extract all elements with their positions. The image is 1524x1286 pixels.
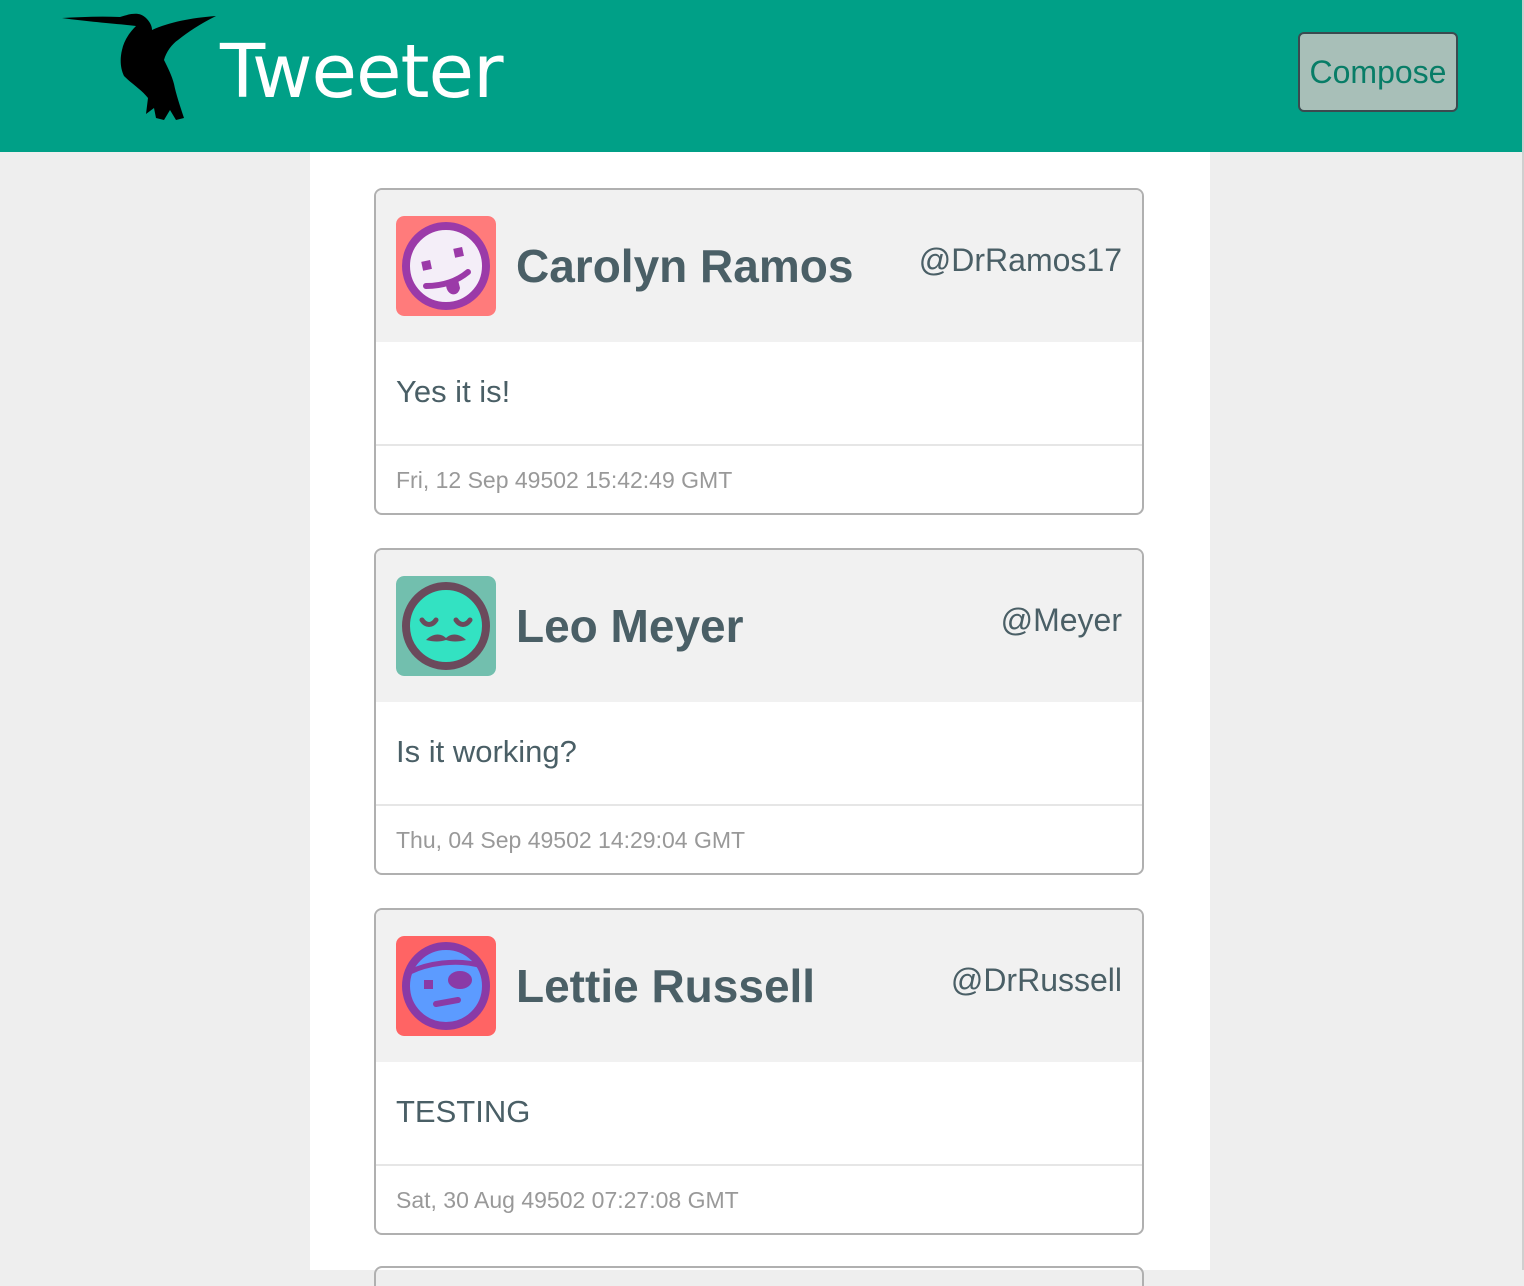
author-handle: @Meyer	[1000, 602, 1122, 638]
navbar: Tweeter Compose	[0, 0, 1522, 152]
author-name: Carolyn Ramos	[516, 240, 854, 292]
author-name: Lettie Russell	[516, 960, 816, 1012]
tweet-text: Is it working?	[396, 734, 577, 769]
tweet-header: Leo Meyer @Meyer	[376, 550, 1142, 702]
tweet-card: Carolyn Ramos @DrRamos17 Yes it is! Fri,…	[374, 188, 1144, 515]
tweet-card: Leo Meyer @Meyer Is it working? Thu, 04 …	[374, 548, 1144, 875]
divider	[376, 1164, 1142, 1166]
tweet-timestamp: Sat, 30 Aug 49502 07:27:08 GMT	[396, 1187, 739, 1213]
divider	[376, 804, 1142, 806]
tongue-out-face-avatar-icon	[396, 216, 496, 316]
mustache-face-avatar-icon	[396, 576, 496, 676]
tweet-text: TESTING	[396, 1094, 531, 1129]
hummingbird-icon	[62, 13, 216, 120]
tweet-card: Lettie Russell @DrRussell TESTING Sat, 3…	[374, 908, 1144, 1235]
tweet-header: Lettie Russell @DrRussell	[376, 910, 1142, 1062]
pirate-face-avatar-icon	[396, 936, 496, 1036]
tweet-header: Carolyn Ramos @DrRamos17	[376, 190, 1142, 342]
tweet-timestamp: Fri, 12 Sep 49502 15:42:49 GMT	[396, 467, 733, 493]
tweet-feed: Carolyn Ramos @DrRamos17 Yes it is! Fri,…	[310, 152, 1210, 1286]
app-title: Tweeter	[220, 29, 503, 115]
tweet-timestamp: Thu, 04 Sep 49502 14:29:04 GMT	[396, 827, 746, 853]
author-handle: @DrRamos17	[918, 242, 1122, 278]
author-name: Leo Meyer	[516, 600, 744, 652]
tweet-text: Yes it is!	[396, 374, 511, 409]
compose-button[interactable]: Compose	[1298, 32, 1458, 112]
divider	[376, 444, 1142, 446]
author-handle: @DrRussell	[950, 962, 1122, 998]
tweet-card-partial	[374, 1266, 1144, 1286]
